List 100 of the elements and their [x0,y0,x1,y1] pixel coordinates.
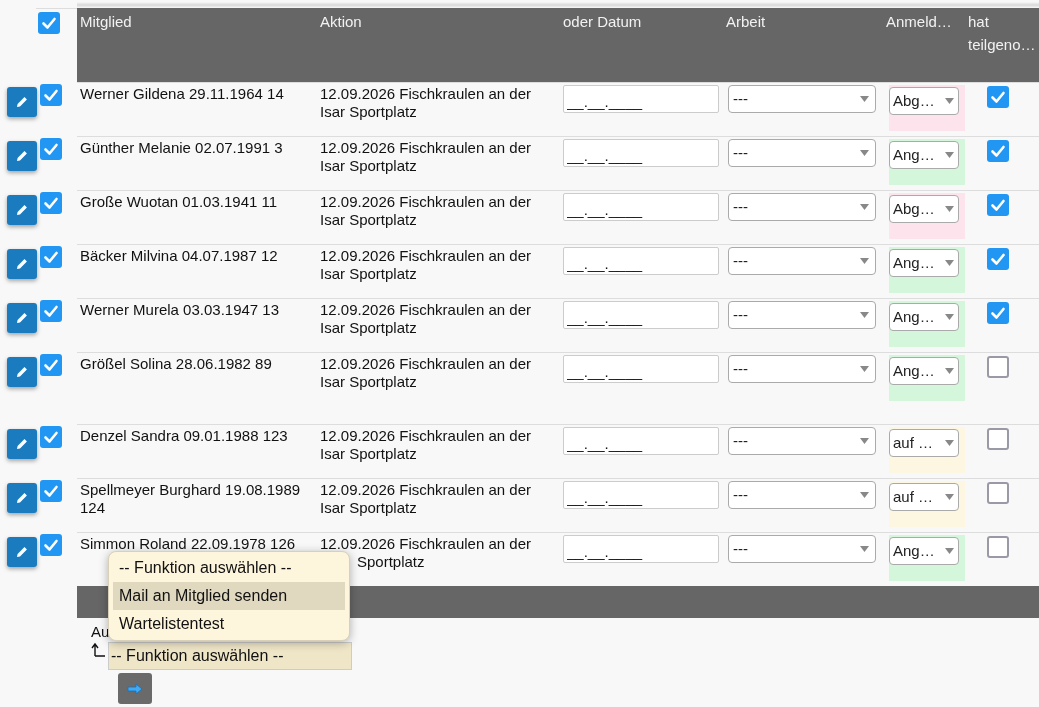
member-name: Werner Gildena 29.11.1964 14 [80,85,284,102]
column-header: oder Datum [563,13,642,30]
checkbox[interactable] [40,300,62,322]
caret-icon [945,494,954,500]
caret-icon [945,206,954,212]
menu-option[interactable]: Wartelistentest [113,610,345,638]
member-name: Simmon Roland 22.09.1978 126 [80,535,296,552]
checkbox[interactable] [40,138,62,160]
work-select[interactable]: --- [728,193,876,221]
pencil-icon [16,150,28,162]
caret-icon [945,548,954,554]
member-name: Bäcker Milvina 04.07.1987 12 [80,247,278,264]
edit-button[interactable] [7,537,37,567]
checkbox[interactable] [40,192,62,214]
pencil-icon [16,258,28,270]
work-select[interactable]: --- [728,355,876,383]
edit-button[interactable] [7,357,37,387]
work-select[interactable]: --- [728,247,876,275]
date-field[interactable]: __.__.____ [563,193,719,221]
checkbox[interactable] [40,480,62,502]
action-text: 12.09.2026 Fischkraulen an der Isar Sportplatz [320,193,531,228]
checkbox[interactable] [38,12,60,34]
edit-button[interactable] [7,483,37,513]
date-field[interactable]: __.__.____ [563,427,719,455]
date-field[interactable]: __.__.____ [563,247,719,275]
right-arrow-icon [127,682,143,695]
edit-button[interactable] [7,87,37,117]
caret-icon [860,96,869,102]
work-select[interactable]: --- [728,481,876,509]
checkbox[interactable] [40,426,62,448]
checkbox[interactable] [40,354,62,376]
checkbox[interactable] [986,482,1009,504]
edit-button[interactable] [7,141,37,171]
date-field[interactable]: __.__.____ [563,301,719,329]
work-select[interactable]: --- [728,85,876,113]
member-name: Größel Solina 28.06.1982 89 [80,355,272,372]
caret-icon [945,314,954,320]
caret-icon [860,150,869,156]
action-text: 12.09.2026 Fischkraulen an der Isar Sportplatz [320,247,531,282]
date-field[interactable]: __.__.____ [563,139,719,167]
checkbox[interactable] [40,246,62,268]
function-select[interactable]: -- Funktion auswählen -- [108,642,352,670]
column-header: Aktion [320,13,362,30]
pencil-icon [16,492,28,504]
status-select[interactable]: Ang… [889,537,959,565]
work-select[interactable]: --- [728,535,876,563]
status-select[interactable]: auf … [889,483,959,511]
member-name: Werner Murela 03.03.1947 13 [80,301,279,318]
member-name: Günther Melanie 02.07.1991 3 [80,139,283,156]
checkbox[interactable] [986,536,1009,558]
pencil-icon [16,366,28,378]
status-select[interactable]: Ang… [889,141,959,169]
checkbox[interactable] [40,534,62,556]
menu-option[interactable]: Mail an Mitglied senden [113,582,345,610]
pencil-icon [16,546,28,558]
date-field[interactable]: __.__.____ [563,355,719,383]
column-header: Anmeld… [886,13,952,30]
work-select[interactable]: --- [728,139,876,167]
status-select[interactable]: Ang… [889,357,959,385]
checkbox[interactable] [986,86,1009,108]
caret-icon [945,440,954,446]
date-field[interactable]: __.__.____ [563,535,719,563]
pencil-icon [16,96,28,108]
bulk-label: Au [91,622,110,642]
caret-icon [860,366,869,372]
caret-icon [860,312,869,318]
submit-button[interactable] [118,673,152,704]
edit-button[interactable] [7,303,37,333]
edit-button[interactable] [7,195,37,225]
caret-icon [860,258,869,264]
corner-arrow-icon [91,642,106,657]
status-select[interactable]: auf … [889,429,959,457]
checkbox[interactable] [40,84,62,106]
date-field[interactable]: __.__.____ [563,481,719,509]
action-text: 12.09.2026 Fischkraulen an der Isar Sportplatz [320,427,531,462]
work-select[interactable]: --- [728,301,876,329]
column-header: Mitglied [80,13,132,30]
pencil-icon [16,312,28,324]
edit-button[interactable] [7,249,37,279]
action-text: 12.09.2026 Fischkraulen an der Isar Sportplatz [320,355,531,390]
checkbox[interactable] [986,356,1009,378]
action-text: 12.09.2026 Fischkraulen an der Isar Sportplatz [320,139,531,174]
status-select[interactable]: Ang… [889,303,959,331]
checkbox[interactable] [986,248,1009,270]
caret-icon [945,368,954,374]
action-text: 12.09.2026 Fischkraulen an der Isar Sportplatz [320,85,531,120]
caret-icon [860,492,869,498]
checkbox[interactable] [986,194,1009,216]
work-select[interactable]: --- [728,427,876,455]
pencil-icon [16,438,28,450]
checkbox[interactable] [986,302,1009,324]
status-select[interactable]: Ang… [889,249,959,277]
date-field[interactable]: __.__.____ [563,85,719,113]
checkbox[interactable] [986,140,1009,162]
edit-button[interactable] [7,429,37,459]
action-text: 12.09.2026 Fischkraulen an der Isar Sportplatz [320,481,531,516]
caret-icon [945,98,954,104]
checkbox[interactable] [986,428,1009,450]
status-select[interactable]: Abg… [889,87,959,115]
status-select[interactable]: Abg… [889,195,959,223]
